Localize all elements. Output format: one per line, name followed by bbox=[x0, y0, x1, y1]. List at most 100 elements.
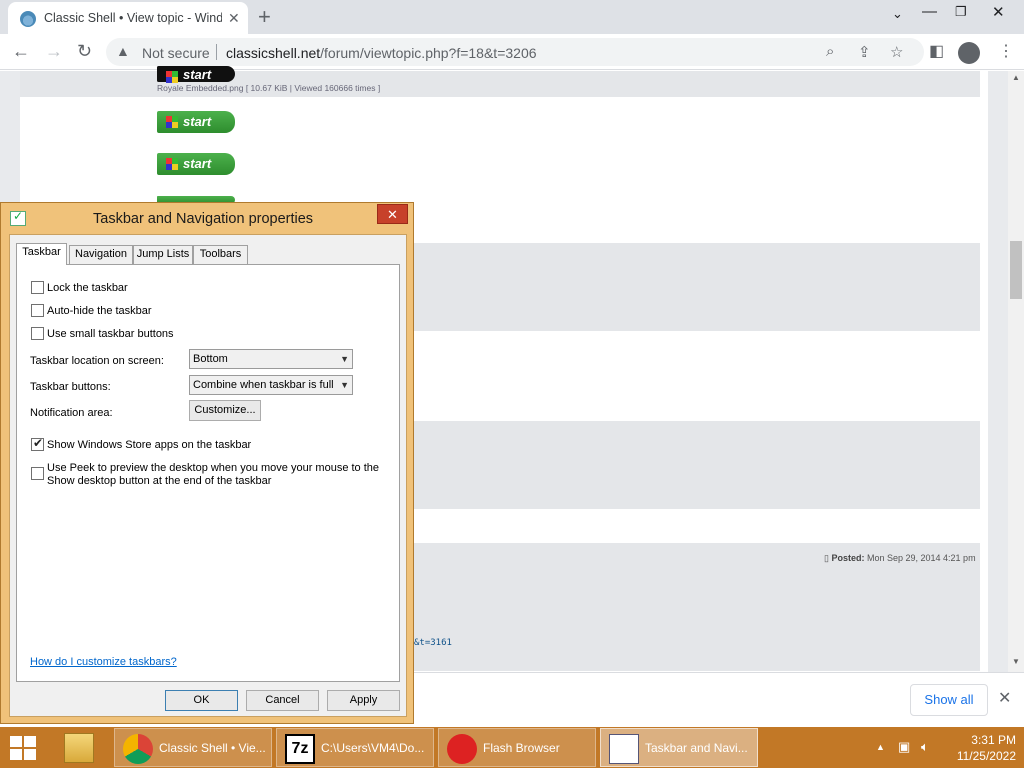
start-button-image-green: start bbox=[157, 111, 235, 133]
page-scrollbar[interactable]: ▲ ▼ bbox=[1008, 71, 1024, 672]
bookmark-star-icon[interactable]: ☆ bbox=[890, 43, 903, 61]
taskbar-item-label: Taskbar and Navi... bbox=[645, 741, 748, 755]
start-button-image-royale: start bbox=[157, 66, 235, 83]
browser-tab-strip: Classic Shell • View topic - Windo ✕ + ⌄… bbox=[0, 0, 1024, 34]
scroll-thumb[interactable] bbox=[1010, 241, 1022, 299]
attachment-caption: Royale Embedded.png [ 10.67 KiB | Viewed… bbox=[157, 83, 381, 93]
taskbar-item-label: C:\Users\VM4\Do... bbox=[321, 741, 425, 755]
posted-date: Mon Sep 29, 2014 4:21 pm bbox=[866, 553, 976, 563]
small-buttons-label[interactable]: Use small taskbar buttons bbox=[47, 328, 174, 341]
volume-icon[interactable]: 🔈︎ bbox=[921, 739, 929, 755]
share-icon[interactable]: ⇪ bbox=[858, 43, 871, 61]
window-close-icon[interactable]: ✕ bbox=[992, 3, 1005, 21]
taskbar-tab-panel: Lock the taskbar Auto-hide the taskbar U… bbox=[16, 264, 400, 682]
location-dropdown[interactable]: Bottom ▼ bbox=[189, 349, 353, 369]
taskbar-properties-icon bbox=[609, 734, 639, 764]
clock-time: 3:31 PM bbox=[971, 733, 1016, 747]
network-icon[interactable]: ▣ bbox=[898, 739, 910, 755]
lock-taskbar-checkbox[interactable] bbox=[31, 281, 44, 294]
address-bar[interactable]: ▲ Not secure classicshell.net/forum/view… bbox=[106, 38, 924, 66]
url-text[interactable]: classicshell.net/forum/viewtopic.php?f=1… bbox=[226, 45, 537, 61]
side-panel-icon[interactable]: ◧ bbox=[929, 41, 944, 61]
scroll-down-icon[interactable]: ▼ bbox=[1012, 657, 1020, 666]
7zip-icon: 7z bbox=[285, 734, 315, 764]
small-buttons-checkbox[interactable] bbox=[31, 327, 44, 340]
peek-checkbox[interactable] bbox=[31, 467, 44, 480]
tab-search-chevron-icon[interactable]: ⌄ bbox=[892, 6, 903, 22]
start-button-image-green: start bbox=[157, 153, 235, 175]
taskbar-buttons-value: Combine when taskbar is full bbox=[193, 379, 334, 391]
security-label[interactable]: Not secure bbox=[142, 45, 210, 61]
tab-toolbars[interactable]: Toolbars bbox=[193, 245, 248, 264]
cancel-button[interactable]: Cancel bbox=[246, 690, 319, 711]
browser-toolbar: ← → ↻ ▲ Not secure classicshell.net/foru… bbox=[0, 34, 1024, 70]
taskbar-buttons-dropdown[interactable]: Combine when taskbar is full ▼ bbox=[189, 375, 353, 395]
menu-kebab-icon[interactable]: ⋮ bbox=[998, 41, 1014, 61]
profile-avatar[interactable] bbox=[958, 42, 980, 64]
lock-taskbar-label[interactable]: Lock the taskbar bbox=[47, 282, 128, 295]
peek-label[interactable]: Use Peek to preview the desktop when you… bbox=[47, 462, 392, 488]
start-windows-icon[interactable] bbox=[10, 736, 36, 760]
windows-flag-icon bbox=[166, 158, 178, 170]
tab-title: Classic Shell • View topic - Windo bbox=[44, 11, 222, 25]
taskbar-item-7zip[interactable]: 7z C:\Users\VM4\Do... bbox=[276, 728, 434, 767]
flash-browser-icon bbox=[447, 734, 477, 764]
chevron-down-icon: ▼ bbox=[340, 354, 349, 364]
forward-icon[interactable]: → bbox=[45, 41, 63, 62]
tab-taskbar[interactable]: Taskbar bbox=[16, 243, 67, 265]
minimize-icon[interactable]: — bbox=[922, 3, 937, 20]
post-link[interactable]: &t=3161 bbox=[414, 638, 452, 648]
taskbar-item-chrome[interactable]: Classic Shell • Vie... bbox=[114, 728, 272, 767]
taskbar-item-taskbar-properties[interactable]: Taskbar and Navi... bbox=[600, 728, 758, 767]
taskbar-item-label: Classic Shell • Vie... bbox=[159, 741, 266, 755]
auto-hide-label[interactable]: Auto-hide the taskbar bbox=[47, 305, 152, 318]
reload-icon[interactable]: ↻ bbox=[77, 41, 92, 62]
auto-hide-checkbox[interactable] bbox=[31, 304, 44, 317]
post-date: ▯ Posted: Mon Sep 29, 2014 4:21 pm bbox=[824, 553, 976, 563]
classic-shell-favicon-icon bbox=[20, 11, 36, 27]
system-clock[interactable]: 3:31 PM 11/25/2022 bbox=[948, 732, 1016, 764]
taskbar-item-label: Flash Browser bbox=[483, 741, 560, 755]
help-link[interactable]: How do I customize taskbars? bbox=[30, 656, 177, 668]
windows-flag-icon bbox=[166, 116, 178, 128]
show-all-button[interactable]: Show all bbox=[910, 684, 988, 716]
back-icon[interactable]: ← bbox=[12, 41, 30, 62]
chrome-icon bbox=[123, 734, 153, 764]
windows-taskbar: Classic Shell • Vie... 7z C:\Users\VM4\D… bbox=[0, 727, 1024, 768]
store-apps-label[interactable]: Show Windows Store apps on the taskbar bbox=[47, 439, 251, 452]
tray-overflow-icon[interactable]: ▲ bbox=[876, 742, 885, 752]
tab-close-icon[interactable]: ✕ bbox=[228, 10, 240, 27]
start-label: start bbox=[183, 114, 212, 129]
location-label: Taskbar location on screen: bbox=[30, 355, 164, 367]
taskbar-properties-icon bbox=[10, 209, 26, 226]
store-apps-checkbox[interactable] bbox=[31, 436, 44, 451]
taskbar-buttons-label: Taskbar buttons: bbox=[30, 381, 111, 393]
tab-navigation[interactable]: Navigation bbox=[69, 245, 133, 264]
url-host: classicshell.net bbox=[226, 45, 321, 61]
omnibox-divider bbox=[216, 44, 217, 60]
browser-tab[interactable]: Classic Shell • View topic - Windo ✕ bbox=[8, 2, 248, 34]
warning-icon[interactable]: ▲ bbox=[116, 43, 130, 59]
taskbar-properties-dialog: Taskbar and Navigation properties ✕ Task… bbox=[0, 202, 414, 724]
restore-icon[interactable]: ❐ bbox=[955, 4, 967, 20]
url-path: /forum/viewtopic.php?f=18&t=3206 bbox=[320, 45, 537, 61]
windows-flag-icon bbox=[166, 71, 178, 83]
scroll-up-icon[interactable]: ▲ bbox=[1012, 73, 1020, 82]
customize-button[interactable]: Customize... bbox=[189, 400, 261, 421]
tab-jump-lists[interactable]: Jump Lists bbox=[133, 245, 193, 264]
file-explorer-icon[interactable] bbox=[64, 733, 94, 763]
taskbar-item-flash-browser[interactable]: Flash Browser bbox=[438, 728, 596, 767]
new-tab-icon[interactable]: + bbox=[258, 4, 271, 30]
apply-button[interactable]: Apply bbox=[327, 690, 400, 711]
chevron-down-icon: ▼ bbox=[340, 380, 349, 390]
zoom-icon[interactable]: ⌕ bbox=[826, 43, 834, 60]
posted-label: Posted: bbox=[831, 553, 865, 563]
notification-area-label: Notification area: bbox=[30, 407, 113, 419]
dialog-title: Taskbar and Navigation properties bbox=[93, 211, 314, 227]
dialog-close-button[interactable]: ✕ bbox=[377, 204, 408, 224]
download-bar-close-icon[interactable]: ✕ bbox=[998, 688, 1011, 708]
location-value: Bottom bbox=[193, 353, 228, 365]
ok-button[interactable]: OK bbox=[165, 690, 238, 711]
clock-date: 11/25/2022 bbox=[956, 749, 1016, 763]
dialog-body: Taskbar Navigation Jump Lists Toolbars L… bbox=[9, 234, 407, 717]
